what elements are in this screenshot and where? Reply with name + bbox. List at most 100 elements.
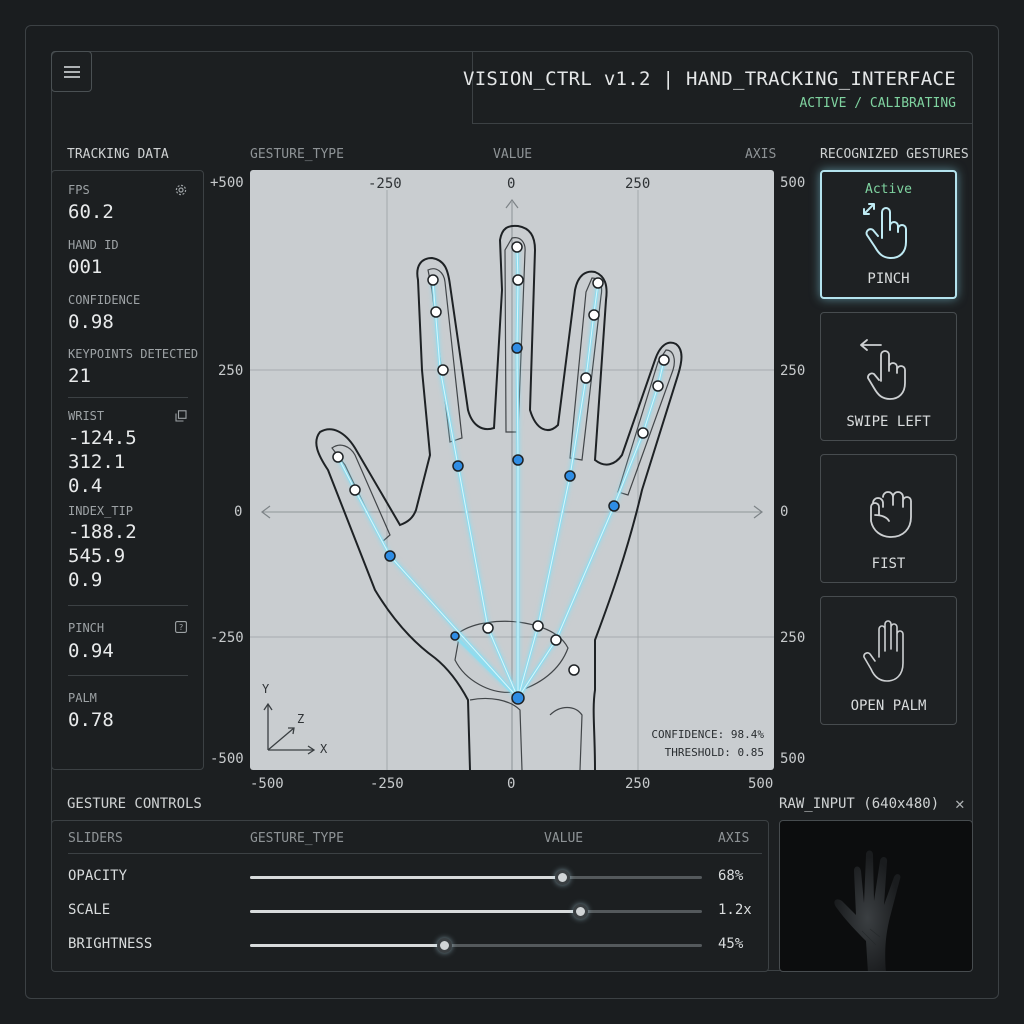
gesture-card-pinch[interactable]: Active PINCH xyxy=(820,170,957,299)
value-column: VALUE xyxy=(544,831,584,846)
raw-hand-image xyxy=(834,850,901,971)
hand-id-label: HAND ID xyxy=(68,238,119,252)
bottom-tick: -500 xyxy=(250,776,284,792)
raw-input-preview xyxy=(779,820,973,972)
top-tick: 0 xyxy=(507,176,516,192)
index-tip-y-value: 545.9 xyxy=(68,545,126,567)
svg-text:?: ? xyxy=(179,623,184,632)
right-tick: 0 xyxy=(780,504,789,520)
app-title: VISION_CTRL v1.2 | HAND_TRACKING_INTERFA… xyxy=(462,68,956,90)
hand-id-value: 001 xyxy=(68,256,103,278)
gear-icon[interactable] xyxy=(175,184,187,196)
divider xyxy=(68,675,188,676)
swipe-left-hand-icon xyxy=(859,337,923,407)
right-tick: 250 xyxy=(780,363,806,379)
bottom-tick: 250 xyxy=(625,776,651,792)
slider-fill xyxy=(250,910,580,913)
right-tick: 500 xyxy=(780,175,806,191)
slider-fill xyxy=(250,876,562,879)
right-tick: 250 xyxy=(780,630,806,646)
left-tick: 250 xyxy=(218,363,244,379)
brightness-slider[interactable] xyxy=(250,938,702,953)
palm-value: 0.78 xyxy=(68,709,114,731)
axis-y-label: Y xyxy=(262,682,270,696)
brightness-value: 45% xyxy=(718,936,744,952)
wrist-y-value: 312.1 xyxy=(68,451,126,473)
open-palm-icon xyxy=(861,619,919,689)
opacity-label: OPACITY xyxy=(68,868,128,884)
confidence-value: 0.98 xyxy=(68,311,114,333)
left-tick: +500 xyxy=(210,175,244,191)
gesture-controls-heading: GESTURE CONTROLS xyxy=(67,796,202,812)
bottom-tick: 500 xyxy=(748,776,774,792)
wrist-z-value: 0.4 xyxy=(68,475,103,497)
threshold-readout: THRESHOLD: 0.85 xyxy=(664,746,764,759)
brightness-label: BRIGHTNESS xyxy=(68,936,153,952)
left-tick: -250 xyxy=(210,630,244,646)
pinch-label: PINCH xyxy=(68,621,105,635)
opacity-value: 68% xyxy=(718,868,744,884)
scale-label: SCALE xyxy=(68,902,111,918)
index-tip-x-value: -188.2 xyxy=(68,521,137,543)
axis-column: AXIS xyxy=(745,147,777,162)
pinch-value: 0.94 xyxy=(68,640,114,662)
confidence-readout: CONFIDENCE: 98.4% xyxy=(651,728,764,741)
gesture-label: PINCH xyxy=(867,271,910,287)
gesture-card-open-palm[interactable]: OPEN PALM xyxy=(820,596,957,725)
bottom-tick: 0 xyxy=(507,776,516,792)
axis-z-label: Z xyxy=(297,712,305,726)
close-icon[interactable]: ✕ xyxy=(955,794,965,813)
gesture-type-column: GESTURE_TYPE xyxy=(250,147,344,162)
hand-skeleton-graphic xyxy=(250,190,774,770)
copy-icon[interactable] xyxy=(175,410,187,422)
keypoints-label: KEYPOINTS DETECTED xyxy=(68,347,199,361)
wrist-label: WRIST xyxy=(68,409,105,423)
top-tick: 250 xyxy=(625,176,651,192)
slider-thumb[interactable] xyxy=(554,870,570,885)
left-tick: -500 xyxy=(210,751,244,767)
right-tick: 500 xyxy=(780,751,806,767)
scale-value: 1.2x xyxy=(718,902,752,918)
tracking-data-heading: TRACKING DATA xyxy=(67,147,169,162)
bottom-tick: -250 xyxy=(370,776,404,792)
gesture-label: FIST xyxy=(871,556,906,572)
index-tip-z-value: 0.9 xyxy=(68,569,103,591)
index-tip-label: INDEX_TIP xyxy=(68,504,134,518)
divider xyxy=(68,605,188,606)
menu-icon[interactable] xyxy=(51,51,92,92)
slider-thumb[interactable] xyxy=(437,938,453,953)
top-tick: -250 xyxy=(368,176,402,192)
pinch-hand-icon xyxy=(860,200,920,268)
palm-label: PALM xyxy=(68,691,97,705)
hand-tracking-view[interactable]: -250 0 250 Y Z X CONFIDENCE: 98.4% THRES… xyxy=(250,170,774,770)
wrist-x-value: -124.5 xyxy=(68,427,137,449)
opacity-slider[interactable] xyxy=(250,870,702,885)
fist-icon xyxy=(863,483,917,547)
confidence-label: CONFIDENCE xyxy=(68,293,141,307)
gesture-label: SWIPE LEFT xyxy=(846,414,931,430)
gesture-controls-panel: SLIDERS GESTURE_TYPE VALUE AXIS OPACITY … xyxy=(51,820,769,972)
fps-value: 60.2 xyxy=(68,201,114,223)
gesture-type-column: GESTURE_TYPE xyxy=(250,831,344,846)
recognized-gestures-heading: RECOGNIZED GESTURES xyxy=(820,147,969,162)
sliders-column: SLIDERS xyxy=(68,831,123,846)
raw-input-heading: RAW_INPUT (640x480) xyxy=(779,796,940,812)
axis-column: AXIS xyxy=(718,831,750,846)
status-text: ACTIVE / CALIBRATING xyxy=(799,96,956,111)
fps-label: FPS xyxy=(68,183,90,197)
gesture-label: OPEN PALM xyxy=(850,698,927,714)
divider xyxy=(68,853,762,854)
scale-slider[interactable] xyxy=(250,904,702,919)
gesture-card-fist[interactable]: FIST xyxy=(820,454,957,583)
active-badge: Active xyxy=(865,182,912,197)
slider-thumb[interactable] xyxy=(572,904,588,919)
left-tick: 0 xyxy=(234,504,243,520)
divider xyxy=(68,397,188,398)
gesture-card-swipe-left[interactable]: SWIPE LEFT xyxy=(820,312,957,441)
axis-x-label: X xyxy=(320,742,328,756)
keypoints-value: 21 xyxy=(68,365,91,387)
slider-fill xyxy=(250,944,445,947)
tracking-data-panel: FPS 60.2 HAND ID 001 CONFIDENCE 0.98 KEY… xyxy=(51,170,204,770)
value-column: VALUE xyxy=(493,147,533,162)
help-icon[interactable]: ? xyxy=(175,621,187,633)
